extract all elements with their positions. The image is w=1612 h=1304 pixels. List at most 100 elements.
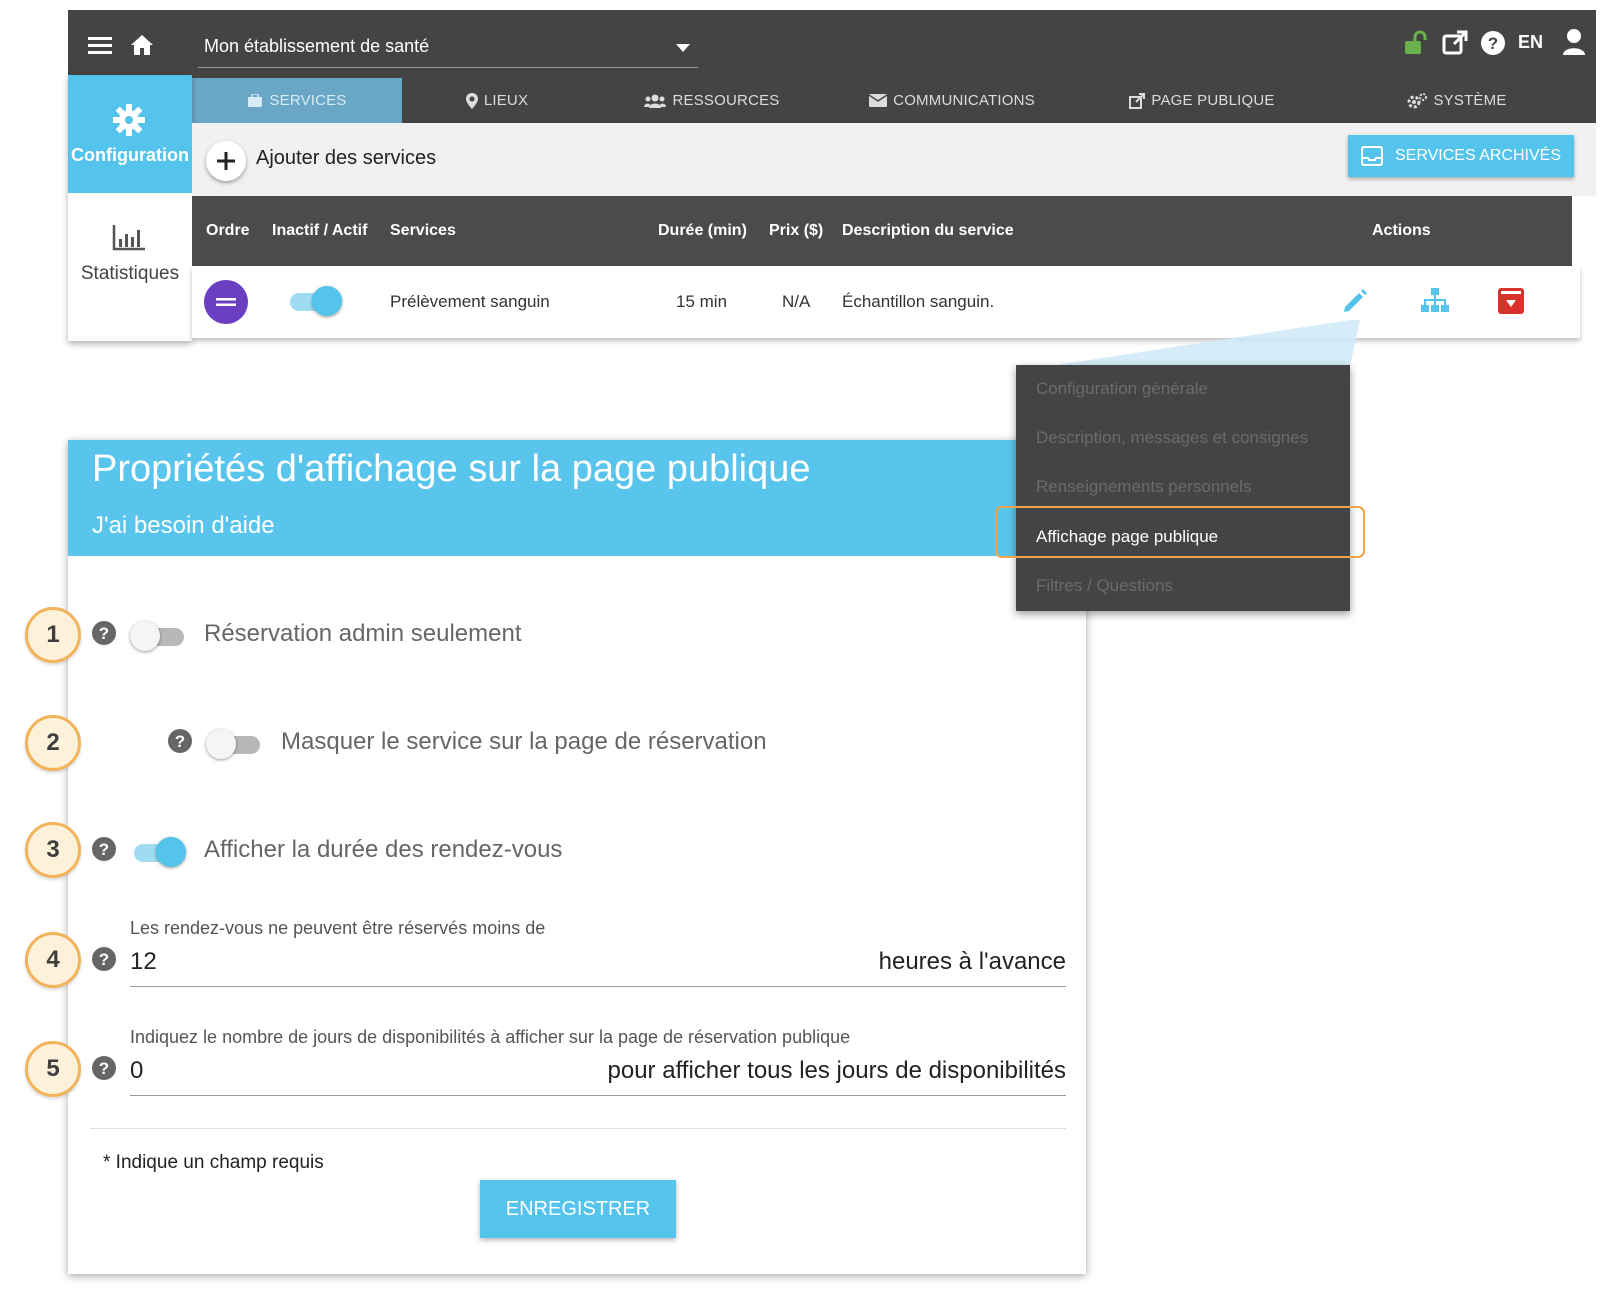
admin-only-toggle[interactable] xyxy=(130,621,186,651)
option-label: Réservation admin seulement xyxy=(204,620,522,647)
svg-text:?: ? xyxy=(1488,34,1498,53)
drag-handle-icon xyxy=(216,298,236,306)
callout-badge: 4 xyxy=(25,932,81,988)
divider xyxy=(90,1128,1066,1129)
home-icon[interactable] xyxy=(130,34,154,56)
hide-service-toggle[interactable] xyxy=(206,729,262,759)
show-duration-toggle[interactable] xyxy=(130,837,186,867)
bar-chart-icon xyxy=(112,225,145,251)
toggle-knob xyxy=(130,621,160,651)
tab-communications[interactable]: COMMUNICATIONS xyxy=(832,78,1072,123)
establishment-name: Mon établissement de santé xyxy=(204,36,430,56)
chevron-down-icon xyxy=(676,44,690,52)
tab-label: LIEUX xyxy=(483,92,529,109)
svg-text:?: ? xyxy=(99,840,109,859)
sidebar-item-label: Configuration xyxy=(71,145,189,165)
help-icon[interactable]: ? xyxy=(91,946,117,972)
services-toolbar: Ajouter des services SERVICES ARCHIVÉS xyxy=(192,123,1596,196)
menu-item-filters-questions[interactable]: Filtres / Questions xyxy=(1036,576,1173,596)
users-icon xyxy=(644,94,667,108)
services-table-header: Ordre Inactif / Actif Services Durée (mi… xyxy=(192,196,1572,266)
svg-text:?: ? xyxy=(99,950,109,969)
user-icon[interactable] xyxy=(1562,28,1586,56)
input-underline xyxy=(130,986,1066,987)
tab-page-publique[interactable]: PAGE PUBLIQUE xyxy=(1072,78,1332,123)
tab-label: SYSTÈME xyxy=(1433,92,1507,109)
highlight-outline xyxy=(995,506,1365,558)
tab-label: RESSOURCES xyxy=(672,92,780,109)
external-link-icon[interactable] xyxy=(1442,30,1468,56)
order-drag-handle[interactable] xyxy=(204,280,248,324)
tab-label: COMMUNICATIONS xyxy=(893,92,1035,109)
panel-header: Propriétés d'affichage sur la page publi… xyxy=(68,440,1086,556)
active-toggle[interactable] xyxy=(286,286,342,316)
toggle-knob xyxy=(206,729,236,759)
column-header-services: Services xyxy=(390,222,456,239)
tab-lieux[interactable]: LIEUX xyxy=(402,78,592,123)
tab-services[interactable]: SERVICES xyxy=(192,78,402,123)
sidebar-item-label: Statistiques xyxy=(80,263,180,284)
field-label: Indiquez le nombre de jours de disponibi… xyxy=(130,1027,851,1047)
svg-text:?: ? xyxy=(99,1059,109,1078)
help-icon[interactable]: ? xyxy=(91,1055,117,1081)
field-suffix: pour afficher tous les jours de disponib… xyxy=(607,1057,1066,1084)
help-link[interactable]: J'ai besoin d'aide xyxy=(92,512,275,540)
map-marker-icon xyxy=(465,92,478,109)
archive-icon[interactable] xyxy=(1498,288,1524,314)
option-label: Afficher la durée des rendez-vous xyxy=(204,836,563,863)
envelope-icon xyxy=(869,94,888,107)
gear-icon xyxy=(113,104,145,136)
plus-icon xyxy=(217,152,235,170)
help-icon[interactable]: ? xyxy=(167,728,193,754)
callout-badge: 2 xyxy=(25,715,81,771)
main-tabs: SERVICES LIEUX RESSOURCES COMMUNICATIONS… xyxy=(68,78,1596,123)
option-label: Masquer le service sur la page de réserv… xyxy=(281,728,767,755)
toggle-knob xyxy=(312,286,342,316)
tab-label: PAGE PUBLIQUE xyxy=(1151,92,1275,109)
establishment-select[interactable]: Mon établissement de santé xyxy=(198,10,698,68)
briefcase-icon xyxy=(248,93,263,107)
callout-pointer xyxy=(1050,320,1360,366)
add-service-button[interactable] xyxy=(206,141,246,181)
sidebar-item-statistiques[interactable]: Statistiques xyxy=(68,193,192,341)
language-toggle[interactable]: EN xyxy=(1518,32,1543,53)
callout-badge: 3 xyxy=(25,822,81,878)
sidebar-item-configuration[interactable]: Configuration xyxy=(68,75,192,193)
menu-item-personal-info[interactable]: Renseignements personnels xyxy=(1036,477,1251,497)
hamburger-menu-icon[interactable] xyxy=(88,36,112,54)
table-row: Prélèvement sanguin 15 min N/A Échantill… xyxy=(192,266,1580,338)
column-header-duration: Durée (min) xyxy=(658,222,747,239)
service-price: N/A xyxy=(782,292,811,311)
help-icon[interactable]: ? xyxy=(91,836,117,862)
callout-badge: 1 xyxy=(25,607,81,663)
min-hours-input[interactable]: 12 xyxy=(130,948,157,976)
toggle-knob xyxy=(156,837,186,867)
button-label: ENREGISTRER xyxy=(505,1197,651,1220)
availability-days-input[interactable]: 0 xyxy=(130,1057,143,1085)
service-description: Échantillon sanguin. xyxy=(842,292,995,311)
save-button[interactable]: ENREGISTRER xyxy=(480,1180,676,1238)
external-link-icon xyxy=(1129,92,1146,109)
help-icon[interactable]: ? xyxy=(1480,30,1506,56)
inbox-icon xyxy=(1361,146,1383,166)
column-header-price: Prix ($) xyxy=(769,222,824,239)
unlock-icon[interactable] xyxy=(1403,30,1431,56)
sitemap-icon[interactable] xyxy=(1420,288,1450,314)
panel-title: Propriétés d'affichage sur la page publi… xyxy=(92,448,811,490)
column-header-description: Description du service xyxy=(842,222,1014,239)
svg-text:?: ? xyxy=(175,732,185,751)
menu-item-general-config[interactable]: Configuration générale xyxy=(1036,379,1208,399)
required-note: * Indique un champ requis xyxy=(103,1152,324,1173)
tab-systeme[interactable]: SYSTÈME xyxy=(1332,78,1582,123)
column-header-active: Inactif / Actif xyxy=(272,222,368,239)
help-icon[interactable]: ? xyxy=(91,620,117,646)
archived-services-button[interactable]: SERVICES ARCHIVÉS xyxy=(1348,135,1574,177)
input-underline xyxy=(130,1095,1066,1096)
callout-badge: 5 xyxy=(25,1041,81,1097)
button-label: SERVICES ARCHIVÉS xyxy=(1395,147,1561,164)
tab-ressources[interactable]: RESSOURCES xyxy=(592,78,832,123)
menu-item-description-messages[interactable]: Description, messages et consignes xyxy=(1036,428,1308,448)
service-duration: 15 min xyxy=(676,292,728,311)
gears-icon xyxy=(1407,92,1428,108)
service-name: Prélèvement sanguin xyxy=(390,292,550,311)
